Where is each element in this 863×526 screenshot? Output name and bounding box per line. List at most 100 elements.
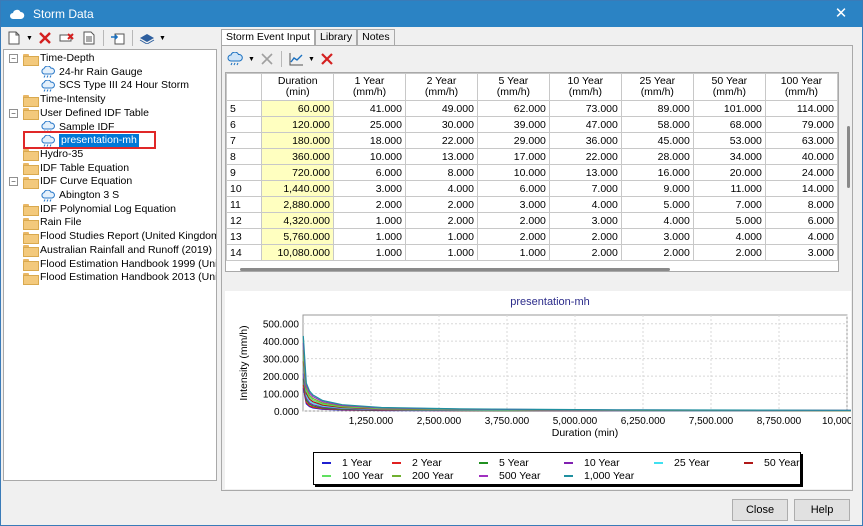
duration-cell[interactable]: 360.000 — [261, 148, 335, 165]
library-icon[interactable] — [137, 29, 157, 47]
duration-cell[interactable]: 60.000 — [261, 100, 335, 117]
intensity-cell[interactable]: 5.000 — [620, 196, 694, 213]
row-number[interactable]: 12 — [226, 212, 263, 229]
duration-cell[interactable]: 1,440.000 — [261, 180, 335, 197]
intensity-cell[interactable]: 24.000 — [764, 164, 838, 181]
duration-cell[interactable]: 10,080.000 — [261, 244, 335, 261]
row-number[interactable]: 7 — [226, 132, 263, 149]
intensity-cell[interactable]: 4.000 — [620, 212, 694, 229]
intensity-cell[interactable]: 36.000 — [548, 132, 622, 149]
intensity-cell[interactable]: 2.000 — [548, 228, 622, 245]
intensity-cell[interactable]: 2.000 — [404, 196, 478, 213]
rain-cloud-add-icon[interactable] — [226, 50, 246, 68]
intensity-cell[interactable]: 101.000 — [692, 100, 766, 117]
intensity-cell[interactable]: 5.000 — [692, 212, 766, 229]
intensity-cell[interactable]: 2.000 — [692, 244, 766, 261]
tree-item[interactable]: Flood Estimation Handbook 1999 (United K — [23, 258, 216, 271]
column-header[interactable]: 25 Year (mm/h) — [620, 73, 694, 101]
intensity-cell[interactable]: 16.000 — [620, 164, 694, 181]
tree-collapse-toggle[interactable]: − — [9, 177, 18, 187]
delete-row-icon[interactable] — [257, 50, 277, 68]
intensity-cell[interactable]: 2.000 — [333, 196, 406, 213]
intensity-cell[interactable]: 7.000 — [692, 196, 766, 213]
intensity-cell[interactable]: 9.000 — [620, 180, 694, 197]
window-close-button[interactable]: ✕ — [828, 4, 854, 24]
close-button[interactable]: Close — [732, 499, 788, 521]
import-icon[interactable] — [108, 29, 128, 47]
row-number[interactable]: 10 — [226, 180, 263, 197]
intensity-cell[interactable]: 10.000 — [476, 164, 550, 181]
intensity-cell[interactable]: 45.000 — [620, 132, 694, 149]
tab-storm-event-input[interactable]: Storm Event Input — [221, 29, 316, 46]
duration-cell[interactable]: 5,760.000 — [261, 228, 335, 245]
intensity-cell[interactable]: 6.000 — [476, 180, 550, 197]
intensity-cell[interactable]: 63.000 — [764, 132, 838, 149]
chart-dropdown-chevron-icon[interactable]: ▼ — [308, 50, 315, 68]
intensity-cell[interactable]: 41.000 — [333, 100, 406, 117]
tree-item[interactable]: Flood Studies Report (United Kingdom) — [23, 230, 216, 244]
duration-cell[interactable]: 180.000 — [261, 132, 335, 149]
intensity-cell[interactable]: 1.000 — [333, 228, 406, 245]
intensity-cell[interactable]: 2.000 — [476, 212, 550, 229]
column-header[interactable]: 50 Year (mm/h) — [692, 73, 766, 101]
intensity-cell[interactable]: 62.000 — [476, 100, 550, 117]
intensity-cell[interactable]: 6.000 — [333, 164, 406, 181]
intensity-cell[interactable]: 30.000 — [404, 116, 478, 133]
tree-item[interactable]: IDF Polynomial Log Equation — [23, 203, 176, 217]
intensity-cell[interactable]: 13.000 — [548, 164, 622, 181]
intensity-cell[interactable]: 17.000 — [476, 148, 550, 165]
tree-item[interactable]: SCS Type III 24 Hour Storm — [40, 79, 189, 92]
row-number[interactable]: 5 — [226, 100, 263, 117]
intensity-cell[interactable]: 4.000 — [548, 196, 622, 213]
rename-icon[interactable] — [57, 29, 77, 47]
intensity-cell[interactable]: 3.000 — [548, 212, 622, 229]
intensity-cell[interactable]: 13.000 — [404, 148, 478, 165]
intensity-cell[interactable]: 1.000 — [333, 212, 406, 229]
intensity-cell[interactable]: 2.000 — [548, 244, 622, 261]
row-number[interactable]: 14 — [226, 244, 263, 261]
tree-item[interactable]: Rain File — [23, 216, 81, 230]
intensity-cell[interactable]: 68.000 — [692, 116, 766, 133]
intensity-cell[interactable]: 8.000 — [404, 164, 478, 181]
intensity-cell[interactable]: 10.000 — [333, 148, 406, 165]
intensity-cell[interactable]: 2.000 — [404, 212, 478, 229]
tree-item[interactable]: IDF Curve Equation — [23, 175, 132, 189]
intensity-cell[interactable]: 79.000 — [764, 116, 838, 133]
intensity-cell[interactable]: 7.000 — [548, 180, 622, 197]
intensity-cell[interactable]: 20.000 — [692, 164, 766, 181]
intensity-cell[interactable]: 28.000 — [620, 148, 694, 165]
column-header[interactable]: 10 Year (mm/h) — [548, 73, 622, 101]
delete-icon[interactable] — [35, 29, 55, 47]
tree-item[interactable]: Abington 3 S — [40, 189, 119, 202]
new-dropdown-chevron-icon[interactable]: ▼ — [26, 29, 33, 47]
intensity-cell[interactable]: 25.000 — [333, 116, 406, 133]
intensity-cell[interactable]: 4.000 — [692, 228, 766, 245]
row-number[interactable]: 9 — [226, 164, 263, 181]
help-button[interactable]: Help — [794, 499, 850, 521]
tree-item[interactable]: Hydro-35 — [23, 148, 83, 162]
column-header[interactable]: 5 Year (mm/h) — [476, 73, 550, 101]
intensity-cell[interactable]: 3.000 — [620, 228, 694, 245]
intensity-cell[interactable]: 114.000 — [764, 100, 838, 117]
tree-item[interactable]: Flood Estimation Handbook 2013 (United K — [23, 271, 216, 285]
clear-icon[interactable] — [317, 50, 337, 68]
intensity-cell[interactable]: 11.000 — [692, 180, 766, 197]
intensity-cell[interactable]: 4.000 — [764, 228, 838, 245]
intensity-cell[interactable]: 1.000 — [404, 228, 478, 245]
row-number[interactable]: 13 — [226, 228, 263, 245]
tree-item[interactable]: 24-hr Rain Gauge — [40, 66, 142, 79]
column-header[interactable]: Duration (min) — [261, 73, 335, 101]
duration-cell[interactable]: 720.000 — [261, 164, 335, 181]
library-dropdown-chevron-icon[interactable]: ▼ — [159, 29, 166, 47]
intensity-cell[interactable]: 89.000 — [620, 100, 694, 117]
intensity-cell[interactable]: 3.000 — [333, 180, 406, 197]
intensity-cell[interactable]: 14.000 — [764, 180, 838, 197]
column-header[interactable]: 2 Year (mm/h) — [404, 73, 478, 101]
intensity-cell[interactable]: 34.000 — [692, 148, 766, 165]
intensity-cell[interactable]: 47.000 — [548, 116, 622, 133]
tree-item[interactable]: Time-Depth — [23, 52, 94, 66]
row-number[interactable]: 6 — [226, 116, 263, 133]
intensity-cell[interactable]: 3.000 — [476, 196, 550, 213]
tree-item[interactable]: User Defined IDF Table — [23, 107, 149, 121]
intensity-cell[interactable]: 6.000 — [764, 212, 838, 229]
